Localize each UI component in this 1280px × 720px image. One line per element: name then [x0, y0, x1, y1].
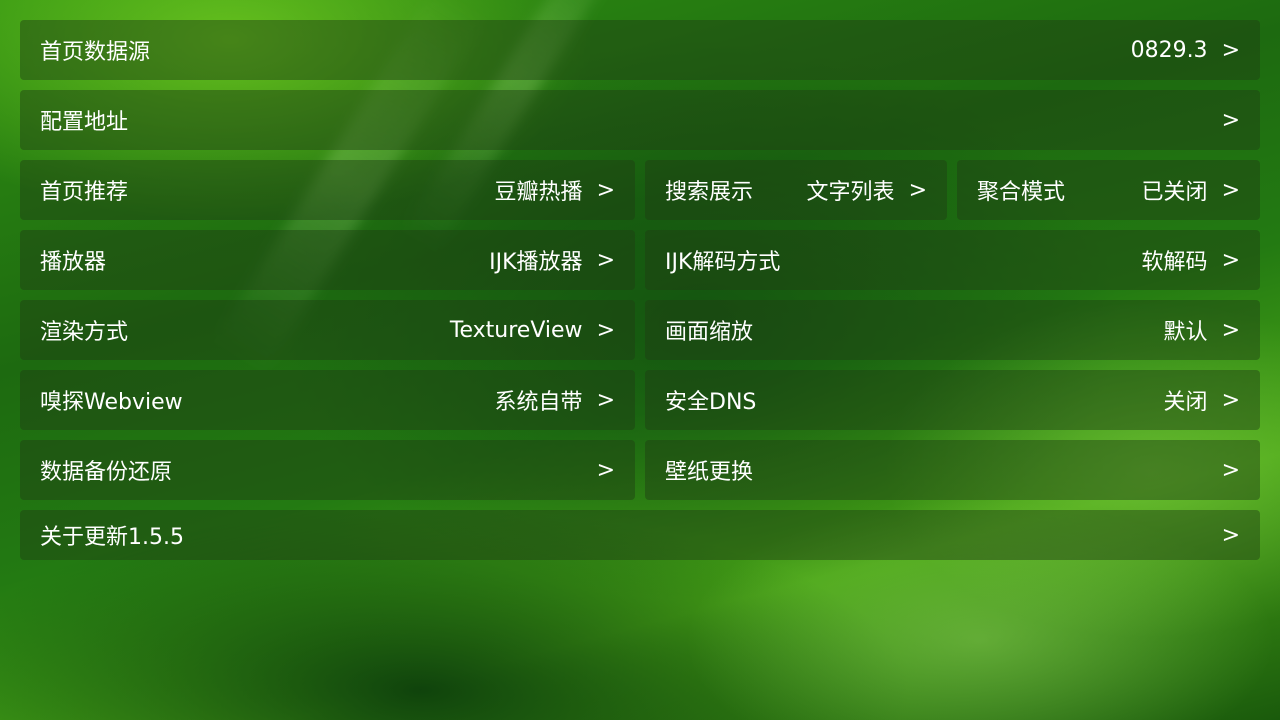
setting-value: TextureView [449, 317, 583, 343]
setting-value: 已关闭 [1141, 180, 1208, 205]
setting-value: 默认 [1163, 320, 1208, 345]
chevron-right-icon: > [1221, 177, 1240, 203]
setting-label: 首页推荐 [40, 180, 129, 205]
setting-label: 播放器 [40, 250, 107, 275]
setting-label: 配置地址 [40, 110, 129, 135]
setting-label: 渲染方式 [40, 320, 129, 345]
setting-label: 画面缩放 [665, 320, 754, 345]
chevron-right-icon: > [596, 247, 615, 273]
setting-value: 系统自带 [494, 390, 583, 415]
chevron-right-icon: > [908, 177, 927, 203]
setting-sniff-webview[interactable]: 嗅探Webview 系统自带 > [20, 370, 635, 430]
setting-value: 软解码 [1141, 250, 1208, 275]
setting-value: 豆瓣热播 [494, 180, 583, 205]
chevron-right-icon: > [1221, 387, 1240, 413]
setting-label: 嗅探Webview [40, 390, 183, 415]
setting-wallpaper[interactable]: 壁纸更换 > [645, 440, 1260, 500]
setting-aggregate-mode[interactable]: 聚合模式 已关闭 > [957, 160, 1260, 220]
setting-label: 搜索展示 [665, 180, 754, 205]
setting-secure-dns[interactable]: 安全DNS 关闭 > [645, 370, 1260, 430]
setting-ijk-decode[interactable]: IJK解码方式 软解码 > [645, 230, 1260, 290]
chevron-right-icon: > [596, 317, 615, 343]
chevron-right-icon: > [1221, 107, 1240, 133]
chevron-right-icon: > [596, 387, 615, 413]
setting-backup-restore[interactable]: 数据备份还原 > [20, 440, 635, 500]
setting-label: 壁纸更换 [665, 460, 754, 485]
setting-render-mode[interactable]: 渲染方式 TextureView > [20, 300, 635, 360]
chevron-right-icon: > [596, 177, 615, 203]
setting-about-update[interactable]: 关于更新1.5.5 > [20, 510, 1260, 560]
setting-label: 聚合模式 [977, 180, 1066, 205]
setting-search-display[interactable]: 搜索展示 文字列表 > [645, 160, 947, 220]
setting-home-source[interactable]: 首页数据源 0829.3 > [20, 20, 1260, 80]
setting-value: 关闭 [1163, 390, 1208, 415]
setting-label: 安全DNS [665, 390, 757, 415]
setting-value: 0829.3 [1130, 37, 1208, 63]
chevron-right-icon: > [1221, 522, 1240, 548]
setting-home-recommend[interactable]: 首页推荐 豆瓣热播 > [20, 160, 635, 220]
setting-label: IJK解码方式 [665, 250, 781, 275]
setting-screen-scale[interactable]: 画面缩放 默认 > [645, 300, 1260, 360]
setting-label: 关于更新1.5.5 [40, 525, 184, 550]
setting-config-url[interactable]: 配置地址 > [20, 90, 1260, 150]
chevron-right-icon: > [1221, 247, 1240, 273]
chevron-right-icon: > [1221, 37, 1240, 63]
chevron-right-icon: > [1221, 457, 1240, 483]
setting-value: IJK播放器 [489, 250, 583, 275]
chevron-right-icon: > [596, 457, 615, 483]
chevron-right-icon: > [1221, 317, 1240, 343]
setting-label: 首页数据源 [40, 40, 151, 65]
setting-value: 文字列表 [806, 180, 895, 205]
setting-label: 数据备份还原 [40, 460, 173, 485]
setting-player[interactable]: 播放器 IJK播放器 > [20, 230, 635, 290]
